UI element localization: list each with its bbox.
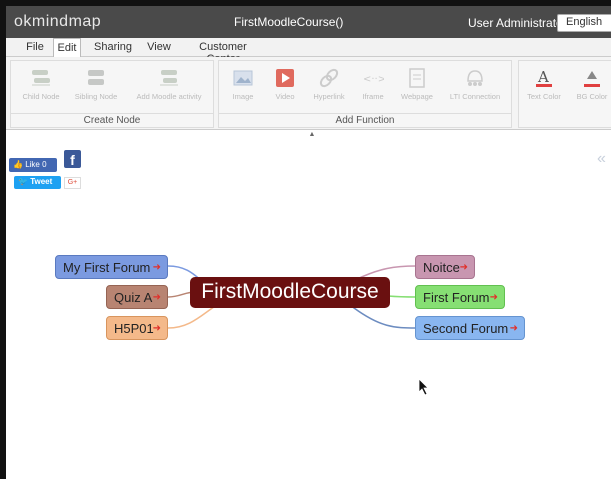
node-label: Second Forum	[423, 321, 509, 336]
mindmap-connectors	[167, 265, 417, 329]
arrow-right-icon: ➜	[489, 292, 498, 303]
node-quiz-a[interactable]: Quiz A ➜	[106, 285, 168, 309]
connector-second-forum	[349, 304, 417, 329]
node-label: H5P01	[114, 321, 154, 336]
arrow-right-icon: ➜	[459, 262, 468, 273]
mouse-cursor-icon	[418, 378, 429, 396]
node-label: Quiz A	[114, 290, 153, 305]
node-first-forum[interactable]: First Forum ➜	[415, 285, 505, 309]
arrow-right-icon: ➜	[509, 323, 518, 334]
node-noitce[interactable]: Noitce ➜	[415, 255, 475, 279]
node-label: First Forum	[423, 290, 490, 305]
node-label: My First Forum	[63, 260, 151, 275]
connector-first-forum	[387, 295, 417, 298]
arrow-right-icon: ➜	[152, 323, 161, 334]
arrow-right-icon: ➜	[152, 292, 161, 303]
root-node[interactable]: FirstMoodleCourse	[190, 277, 390, 308]
node-my-first-forum[interactable]: My First Forum ➜	[55, 255, 168, 279]
node-h5p01[interactable]: H5P01 ➜	[106, 316, 168, 340]
node-label: Noitce	[423, 260, 460, 275]
arrow-right-icon: ➜	[152, 262, 161, 273]
node-second-forum[interactable]: Second Forum ➜	[415, 316, 525, 340]
